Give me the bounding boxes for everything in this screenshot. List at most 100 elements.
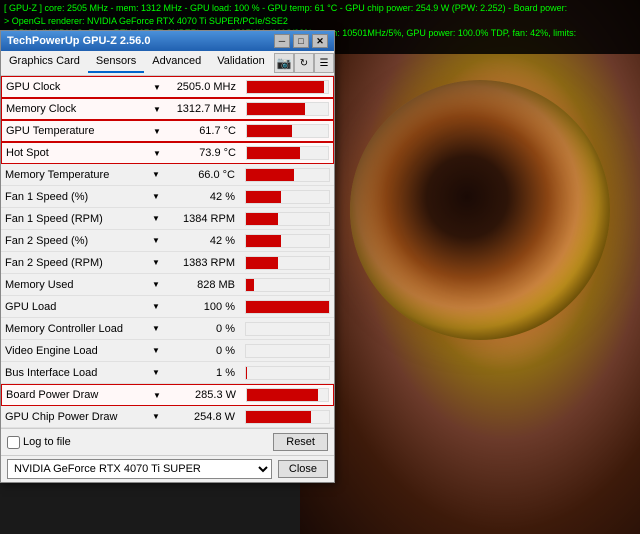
menu-validation[interactable]: Validation — [209, 53, 273, 73]
sensor-name-0: GPU Clock — [2, 81, 147, 93]
sensor-bar-10 — [245, 300, 330, 314]
sensor-name-9: Memory Used — [1, 279, 146, 291]
camera-button[interactable]: 📷 — [274, 53, 294, 73]
sensor-name-1: Memory Clock — [2, 103, 147, 115]
sensor-bar-fill-15 — [246, 411, 311, 423]
sensor-row: Board Power Draw ▼ 285.3 W — [1, 384, 334, 406]
menu-sensors[interactable]: Sensors — [88, 53, 144, 73]
sensor-bar-fill-14 — [247, 389, 318, 401]
main-window: TechPowerUp GPU-Z 2.56.0 ─ □ ✕ Graphics … — [0, 30, 335, 483]
sensor-dropdown-5[interactable]: ▼ — [146, 192, 166, 201]
sensor-row: Fan 2 Speed (%) ▼ 42 % — [1, 230, 334, 252]
title-bar: TechPowerUp GPU-Z 2.56.0 ─ □ ✕ — [1, 31, 334, 51]
sensor-value-13: 1 % — [166, 367, 241, 379]
sensor-label-14: Board Power Draw — [6, 389, 98, 401]
sensor-row: Fan 2 Speed (RPM) ▼ 1383 RPM — [1, 252, 334, 274]
sensor-label-11: Memory Controller Load — [5, 323, 123, 335]
sensor-name-13: Bus Interface Load — [1, 367, 146, 379]
sensor-bar-3 — [246, 146, 329, 160]
sensor-name-2: GPU Temperature — [2, 125, 147, 137]
sensor-value-0: 2505.0 MHz — [167, 81, 242, 93]
sensor-dropdown-11[interactable]: ▼ — [146, 324, 166, 333]
sensor-value-7: 42 % — [166, 235, 241, 247]
menu-button[interactable]: ☰ — [314, 53, 334, 73]
sensor-value-9: 828 MB — [166, 279, 241, 291]
sensor-label-1: Memory Clock — [6, 103, 76, 115]
sensor-value-3: 73.9 °C — [167, 147, 242, 159]
sensor-dropdown-0[interactable]: ▼ — [147, 83, 167, 92]
sensor-row: Memory Controller Load ▼ 0 % — [1, 318, 334, 340]
dropdown-arrow-icon-6: ▼ — [152, 214, 160, 223]
sensor-dropdown-8[interactable]: ▼ — [146, 258, 166, 267]
sensor-row: GPU Temperature ▼ 61.7 °C — [1, 120, 334, 142]
sensor-label-10: GPU Load — [5, 301, 56, 313]
sensor-dropdown-14[interactable]: ▼ — [147, 391, 167, 400]
topbar-line1: [ GPU-Z ] core: 2505 MHz - mem: 1312 MHz… — [4, 2, 636, 15]
sensor-row: GPU Load ▼ 100 % — [1, 296, 334, 318]
sensor-bar-fill-13 — [246, 367, 247, 379]
refresh-button[interactable]: ↻ — [294, 53, 314, 73]
sensor-dropdown-3[interactable]: ▼ — [147, 149, 167, 158]
dropdown-arrow-icon-5: ▼ — [152, 192, 160, 201]
log-to-file-label[interactable]: Log to file — [7, 436, 71, 449]
sensor-name-6: Fan 1 Speed (RPM) — [1, 213, 146, 225]
sensor-bar-9 — [245, 278, 330, 292]
eye-graphic — [350, 80, 610, 340]
sensor-value-8: 1383 RPM — [166, 257, 241, 269]
sensor-label-15: GPU Chip Power Draw — [5, 411, 117, 423]
sensor-bar-fill-7 — [246, 235, 281, 247]
reset-button[interactable]: Reset — [273, 433, 328, 451]
sensor-name-12: Video Engine Load — [1, 345, 146, 357]
dropdown-arrow-icon-0: ▼ — [153, 83, 161, 92]
sensor-bar-13 — [245, 366, 330, 380]
sensor-dropdown-7[interactable]: ▼ — [146, 236, 166, 245]
minimize-button[interactable]: ─ — [274, 34, 290, 48]
sensor-row: Memory Clock ▼ 1312.7 MHz — [1, 98, 334, 120]
sensor-bar-fill-6 — [246, 213, 278, 225]
sensor-bar-fill-5 — [246, 191, 281, 203]
sensor-dropdown-4[interactable]: ▼ — [146, 170, 166, 179]
sensor-bar-4 — [245, 168, 330, 182]
sensor-dropdown-10[interactable]: ▼ — [146, 302, 166, 311]
sensor-dropdown-12[interactable]: ▼ — [146, 346, 166, 355]
sensor-value-12: 0 % — [166, 345, 241, 357]
log-label-text: Log to file — [23, 436, 71, 448]
sensor-dropdown-1[interactable]: ▼ — [147, 105, 167, 114]
dropdown-arrow-icon-1: ▼ — [153, 105, 161, 114]
menu-advanced[interactable]: Advanced — [144, 53, 209, 73]
sensor-row: Memory Temperature ▼ 66.0 °C — [1, 164, 334, 186]
sensor-bar-6 — [245, 212, 330, 226]
bottom-bar: Log to file Reset — [1, 428, 334, 455]
topbar-line2: > OpenGL renderer: NVIDIA GeForce RTX 40… — [4, 15, 636, 28]
sensor-dropdown-15[interactable]: ▼ — [146, 412, 166, 421]
sensor-value-11: 0 % — [166, 323, 241, 335]
gpu-dropdown[interactable]: NVIDIA GeForce RTX 4070 Ti SUPER — [7, 459, 272, 479]
sensor-row: GPU Chip Power Draw ▼ 254.8 W — [1, 406, 334, 428]
maximize-button[interactable]: □ — [293, 34, 309, 48]
dropdown-arrow-icon-7: ▼ — [152, 236, 160, 245]
close-window-button[interactable]: ✕ — [312, 34, 328, 48]
close-button[interactable]: Close — [278, 460, 328, 478]
sensor-name-10: GPU Load — [1, 301, 146, 313]
sensor-label-13: Bus Interface Load — [5, 367, 97, 379]
dropdown-arrow-icon-14: ▼ — [153, 391, 161, 400]
sensor-row: Fan 1 Speed (%) ▼ 42 % — [1, 186, 334, 208]
sensor-dropdown-9[interactable]: ▼ — [146, 280, 166, 289]
sensor-label-8: Fan 2 Speed (RPM) — [5, 257, 103, 269]
dropdown-arrow-icon-11: ▼ — [152, 324, 160, 333]
sensor-dropdown-6[interactable]: ▼ — [146, 214, 166, 223]
sensor-label-3: Hot Spot — [6, 147, 49, 159]
sensor-dropdown-13[interactable]: ▼ — [146, 368, 166, 377]
sensor-label-2: GPU Temperature — [6, 125, 94, 137]
dropdown-arrow-icon-2: ▼ — [153, 127, 161, 136]
sensor-bar-12 — [245, 344, 330, 358]
sensor-dropdown-2[interactable]: ▼ — [147, 127, 167, 136]
background-image — [300, 0, 640, 534]
sensor-name-4: Memory Temperature — [1, 169, 146, 181]
sensor-bar-fill-2 — [247, 125, 292, 137]
sensor-bar-1 — [246, 102, 329, 116]
sensor-bar-0 — [246, 80, 329, 94]
log-to-file-checkbox[interactable] — [7, 436, 20, 449]
window-title: TechPowerUp GPU-Z 2.56.0 — [7, 35, 150, 47]
menu-graphics-card[interactable]: Graphics Card — [1, 53, 88, 73]
